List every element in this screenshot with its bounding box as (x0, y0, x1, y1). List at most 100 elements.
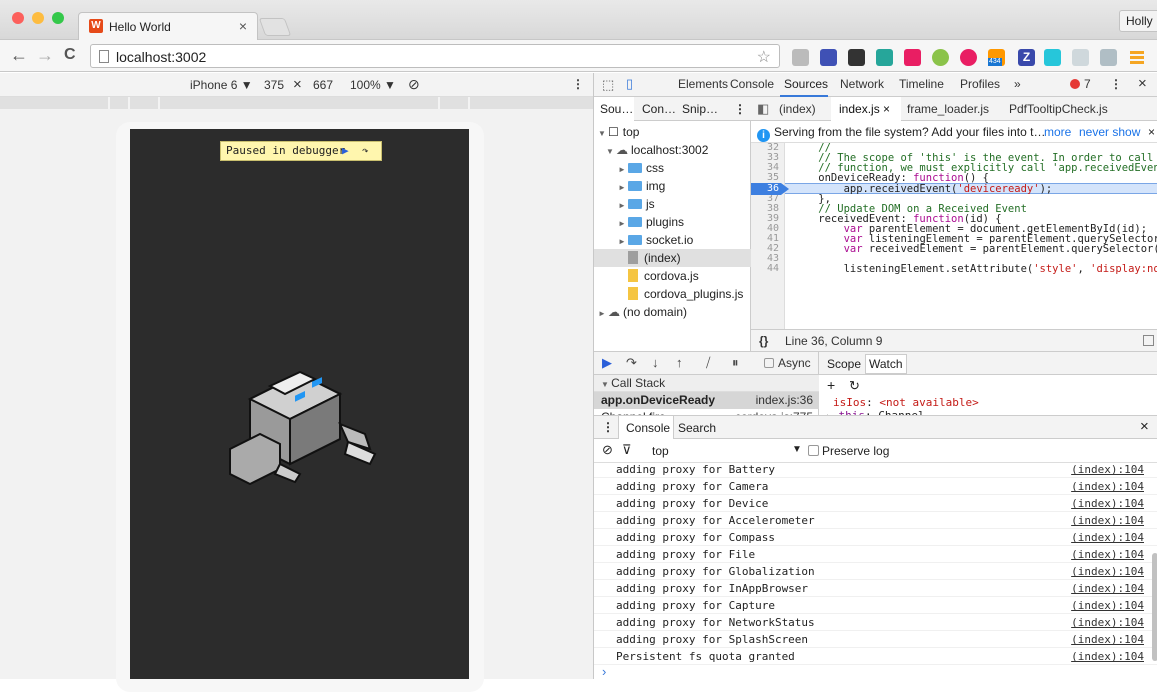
console-source-link[interactable]: (index):104 (1071, 563, 1144, 580)
forward-icon[interactable]: → (36, 45, 54, 65)
deactivate-breakpoints-icon[interactable]: ⧸ (706, 355, 710, 371)
rotate-icon[interactable]: ⊘ (408, 76, 420, 93)
address-bar[interactable]: localhost:3002 ☆ (90, 44, 780, 68)
console-source-link[interactable]: (index):104 (1071, 597, 1144, 614)
tree-item[interactable]: (index) (594, 249, 751, 267)
watch-expression[interactable]: isIos: <not available> (833, 396, 979, 409)
extension-icon-2[interactable] (820, 49, 837, 66)
tab-console[interactable]: Console (730, 77, 774, 91)
tab-elements[interactable]: Elements (678, 77, 728, 91)
console-message[interactable]: adding proxy for File (index):104 (594, 546, 1157, 563)
step-over-icon[interactable]: ↷ (626, 355, 637, 371)
error-count[interactable]: 7 (1084, 77, 1091, 91)
zoom-window-button[interactable] (52, 12, 64, 24)
code-line[interactable]: onDeviceReady: function() { (793, 173, 989, 184)
console-message[interactable]: adding proxy for InAppBrowser (index):104 (594, 580, 1157, 597)
more-tabs-icon[interactable]: » (1014, 77, 1021, 91)
extension-icon-7[interactable] (960, 49, 977, 66)
tab-close-icon[interactable]: × (239, 18, 247, 34)
device-mode-icon[interactable]: ▯ (626, 76, 633, 92)
console-prompt[interactable]: › (602, 665, 606, 679)
minimize-window-button[interactable] (32, 12, 44, 24)
nav-menu-icon[interactable]: ⋮ (734, 102, 746, 116)
tab-sources[interactable]: Sources (784, 77, 828, 91)
console-source-link[interactable]: (index):104 (1071, 546, 1144, 563)
tree-item[interactable]: cordova_plugins.js (594, 285, 751, 303)
preserve-log-checkbox[interactable] (808, 445, 819, 456)
drawer-tab-console[interactable]: Console (626, 421, 670, 435)
step-out-icon[interactable]: ↑ (676, 355, 683, 370)
device-more-icon[interactable]: ⋮ (572, 77, 584, 91)
extension-icon-3[interactable] (848, 49, 865, 66)
code-line[interactable]: listeningElement.setAttribute('style', '… (793, 264, 1157, 275)
bookmark-star-icon[interactable]: ☆ (757, 47, 771, 67)
console-message[interactable]: Persistent fs quota granted (index):104 (594, 648, 1157, 665)
toggle-debugger-sidebar-icon[interactable] (1143, 335, 1154, 346)
tree-item[interactable]: ► ☁ (no domain) (594, 303, 751, 321)
drawer-tab-search[interactable]: Search (678, 421, 716, 435)
console-source-link[interactable]: (index):104 (1071, 648, 1144, 665)
console-message[interactable]: adding proxy for Device (index):104 (594, 495, 1157, 512)
drawer-menu-icon[interactable]: ⋮ (602, 420, 614, 434)
code-line[interactable]: var receivedElement = parentElement.quer… (793, 244, 1157, 255)
filter-icon[interactable]: ⊽ (622, 442, 632, 458)
tree-toggle-icon[interactable]: ► (598, 305, 608, 323)
infobar-close-icon[interactable]: × (1148, 121, 1155, 142)
tree-item[interactable]: ► js (594, 195, 751, 213)
clear-console-icon[interactable]: ⊘ (602, 442, 613, 458)
code-line[interactable]: app.receivedEvent('deviceready'); (793, 184, 1053, 195)
tree-item[interactable]: ► plugins (594, 213, 751, 231)
close-window-button[interactable] (12, 12, 24, 24)
chrome-menu-icon[interactable] (1128, 49, 1145, 66)
line-number[interactable]: 44 (751, 264, 779, 274)
call-frame-location[interactable]: index.js:36 (756, 392, 813, 409)
infobar-more-link[interactable]: more (1044, 121, 1071, 142)
zotero-icon[interactable]: Z (1018, 49, 1035, 66)
back-icon[interactable]: ← (10, 45, 28, 65)
extension-icon-5[interactable] (904, 49, 921, 66)
console-source-link[interactable]: (index):104 (1071, 631, 1144, 648)
android-icon[interactable] (932, 49, 949, 66)
editor-tab-frame-loader[interactable]: frame_loader.js (907, 102, 989, 116)
line-number[interactable]: 35 (751, 173, 779, 183)
console-source-link[interactable]: (index):104 (1071, 478, 1144, 495)
tab-profiles[interactable]: Profiles (960, 77, 1000, 91)
tab-timeline[interactable]: Timeline (899, 77, 944, 91)
console-message[interactable]: adding proxy for Camera (index):104 (594, 478, 1157, 495)
url-text[interactable]: localhost:3002 (116, 49, 206, 65)
add-watch-icon[interactable]: + (827, 377, 835, 393)
console-message[interactable]: adding proxy for Battery (index):104 (594, 463, 1157, 478)
media-query-ruler[interactable] (0, 97, 593, 109)
emulated-screen[interactable] (130, 129, 469, 679)
nav-tab-sources[interactable]: Sou… (600, 102, 633, 116)
editor-tab-indexjs[interactable]: index.js × (839, 102, 890, 116)
pause-on-exceptions-icon[interactable]: ⏸ (732, 355, 739, 371)
editor-tab-index[interactable]: (index) (779, 102, 816, 116)
console-message[interactable]: adding proxy for NetworkStatus (index):10… (594, 614, 1157, 631)
console-scrollbar[interactable] (1152, 553, 1157, 661)
extension-icon-4[interactable] (876, 49, 893, 66)
tree-item[interactable]: ▼ ☐ top (594, 123, 751, 141)
tab-network[interactable]: Network (840, 77, 884, 91)
refresh-watch-icon[interactable]: ↻ (849, 378, 860, 394)
extension-icon-10[interactable] (1044, 49, 1061, 66)
tab-scope[interactable]: Scope (827, 357, 861, 371)
call-frame[interactable]: app.onDeviceReady index.js:36 (594, 392, 819, 409)
inspect-element-icon[interactable]: ⬚ (602, 77, 614, 93)
toggle-navigator-icon[interactable]: ◧ (757, 101, 769, 117)
step-into-icon[interactable]: ↓ (652, 355, 659, 370)
zoom-select[interactable]: 100% ▼ (350, 78, 396, 92)
rss-icon[interactable]: 434 (988, 49, 1005, 66)
resume-icon[interactable]: ▶ (342, 142, 349, 160)
console-source-link[interactable]: (index):104 (1071, 580, 1144, 597)
extension-icon-12[interactable] (1100, 49, 1117, 66)
call-stack-header[interactable]: ▼ Call Stack (594, 375, 819, 392)
console-output[interactable]: adding proxy for Battery (index):104 addin… (594, 463, 1157, 679)
console-source-link[interactable]: (index):104 (1071, 463, 1144, 478)
console-source-link[interactable]: (index):104 (1071, 614, 1144, 631)
new-tab-button[interactable] (258, 18, 292, 36)
pretty-print-icon[interactable]: {} (759, 330, 768, 352)
devtools-close-icon[interactable]: × (1138, 75, 1147, 92)
console-source-link[interactable]: (index):104 (1071, 495, 1144, 512)
tree-item[interactable]: ► css (594, 159, 751, 177)
